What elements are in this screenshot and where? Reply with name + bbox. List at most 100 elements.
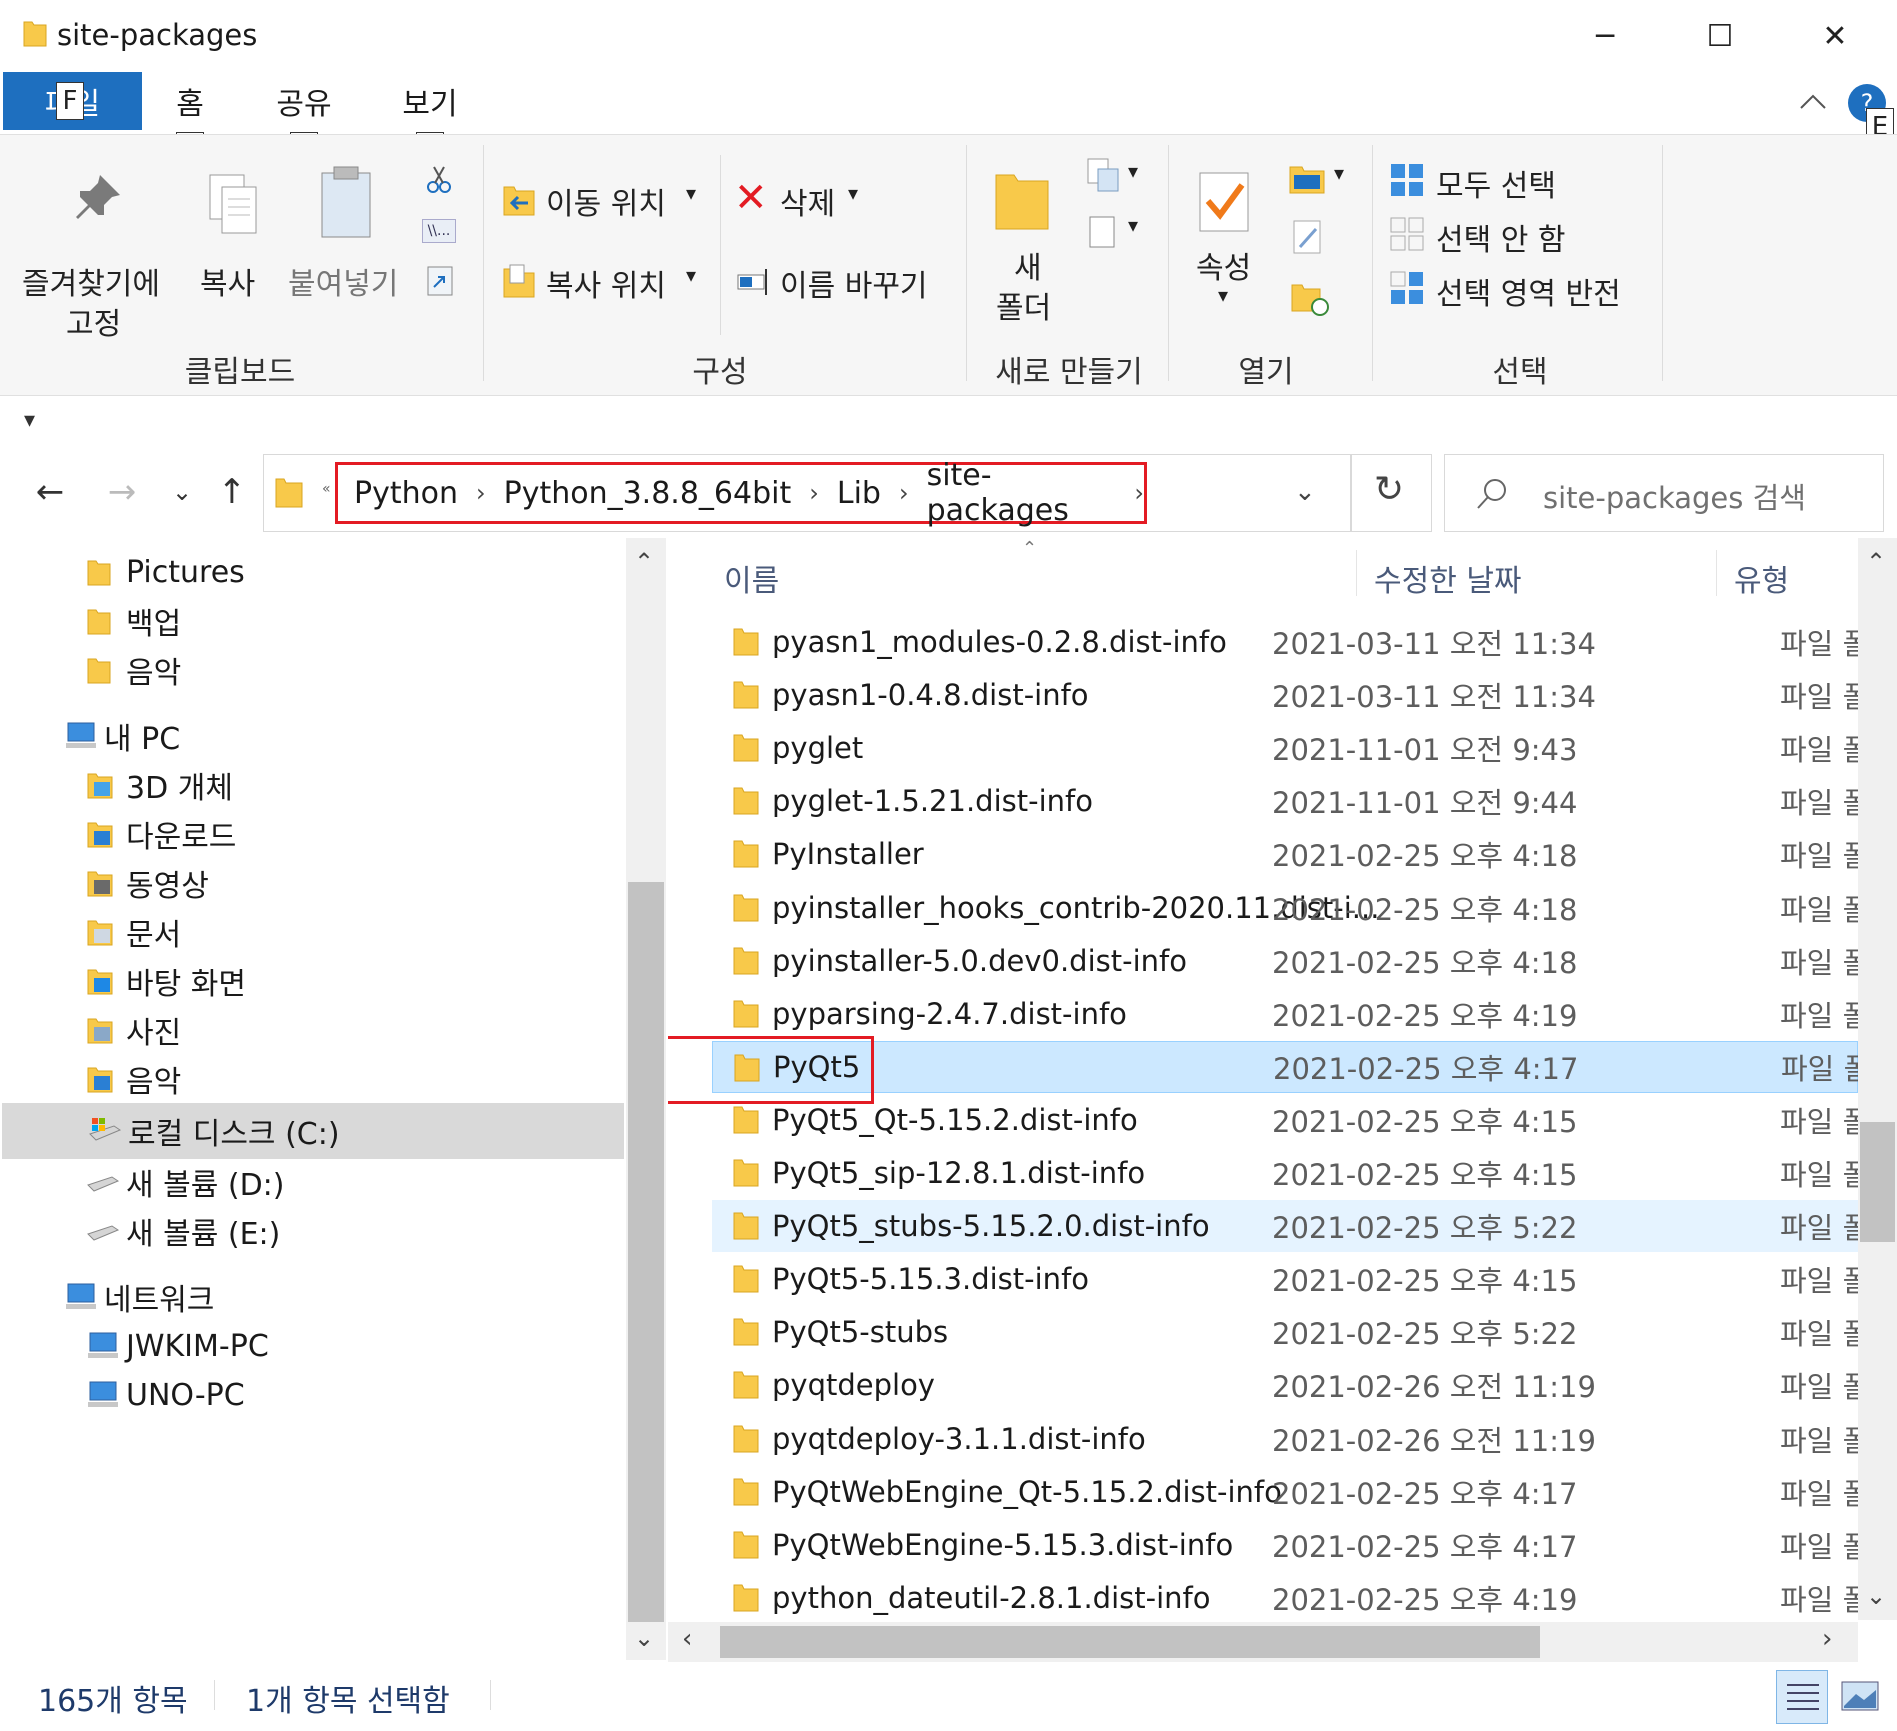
file-row[interactable]: PyQt5-stubs 2021-02-25 오후 5:22 파일 폴더 <box>712 1306 1858 1358</box>
select-all-button[interactable]: 모두 선택 <box>1390 155 1650 205</box>
new-item-button[interactable]: ▾ <box>1086 157 1146 197</box>
scroll-thumb[interactable] <box>720 1626 1540 1658</box>
column-divider[interactable] <box>1356 550 1357 596</box>
nav-tree-item[interactable]: 동영상 <box>0 855 622 911</box>
file-row[interactable]: PyQt5-5.15.3.dist-info 2021-02-25 오후 4:15… <box>712 1253 1858 1305</box>
history-icon[interactable] <box>1290 279 1330 317</box>
tab-view[interactable]: 보기 <box>388 72 472 130</box>
file-row[interactable]: pyqtdeploy-3.1.1.dist-info 2021-02-26 오전 … <box>712 1413 1858 1465</box>
file-row[interactable]: PyInstaller 2021-02-25 오후 4:18 파일 폴더 <box>712 828 1858 880</box>
file-row[interactable]: PyQtWebEngine_Qt-5.15.2.dist-info 2021-02… <box>712 1466 1858 1518</box>
nav-tree-item[interactable]: 로컬 디스크 (C:) <box>2 1103 624 1159</box>
new-folder-button[interactable]: 새 폴더 <box>984 149 1064 349</box>
copy-to-button[interactable]: 복사 위치 ▾ <box>500 257 710 307</box>
scroll-down-icon[interactable]: ⌄ <box>634 1624 654 1652</box>
easy-access-button[interactable]: ▾ <box>1086 211 1146 251</box>
file-row[interactable]: PyQt52021-02-25 오후 4:17파일 폴더 <box>712 1040 1858 1093</box>
paste-button[interactable]: 붙여넣기 <box>284 149 414 349</box>
breadcrumb-item[interactable]: site-packages <box>927 458 1117 528</box>
chevron-right-icon[interactable]: › <box>809 479 819 507</box>
rename-button[interactable]: 이름 바꾸기 <box>734 257 954 307</box>
scroll-down-icon[interactable]: ⌄ <box>1866 1582 1886 1610</box>
file-row[interactable]: PyQt5_Qt-5.15.2.dist-info 2021-02-25 오후 4… <box>712 1094 1858 1146</box>
breadcrumb-item[interactable]: Lib <box>837 476 881 511</box>
edit-icon[interactable] <box>1292 219 1326 255</box>
tab-share[interactable]: 공유 <box>262 72 346 130</box>
nav-tree-item[interactable]: 3D 개체 <box>0 757 622 813</box>
tab-home[interactable]: 홈 <box>150 72 230 130</box>
select-none-button[interactable]: 선택 안 함 <box>1390 209 1650 259</box>
copy-button[interactable]: 복사 <box>194 149 274 349</box>
nav-tree-item[interactable]: 사진 <box>0 1002 622 1058</box>
column-header-name[interactable]: 이름 <box>724 556 779 600</box>
large-icons-view-icon[interactable] <box>1840 1678 1880 1714</box>
search-box[interactable]: site-packages 검색 <box>1444 454 1884 532</box>
nav-tree-item[interactable]: 문서 <box>0 904 622 960</box>
refresh-button[interactable]: ↻ <box>1351 454 1432 532</box>
file-row[interactable]: pyparsing-2.4.7.dist-info 2021-02-25 오후 4… <box>712 988 1858 1040</box>
nav-tree-item[interactable]: 새 볼륨 (E:) <box>0 1203 622 1259</box>
collapse-ribbon-icon[interactable] <box>1798 90 1828 114</box>
nav-tree-item[interactable]: 바탕 화면 <box>0 953 622 1009</box>
file-row[interactable]: pyinstaller-5.0.dev0.dist-info 2021-02-25… <box>712 935 1858 987</box>
forward-icon[interactable]: → <box>100 470 144 514</box>
paste-shortcut-icon[interactable] <box>426 263 454 297</box>
file-row[interactable]: PyQt5_stubs-5.15.2.0.dist-info 2021-02-25… <box>712 1200 1858 1253</box>
breadcrumb-item[interactable]: Python <box>354 476 458 511</box>
navigation-scrollbar[interactable]: ⌃ ⌄ <box>626 538 666 1660</box>
file-row[interactable]: python_dateutil-2.8.1.dist-info 2021-02-2… <box>712 1572 1858 1620</box>
nav-tree-item[interactable]: 음악 <box>0 1051 622 1107</box>
nav-tree-item[interactable]: JWKIM-PC <box>0 1318 622 1374</box>
move-to-button[interactable]: 이동 위치 ▾ <box>500 175 710 225</box>
invert-selection-button[interactable]: 선택 영역 반전 <box>1390 263 1670 313</box>
recent-locations-icon[interactable]: ⌄ <box>162 470 202 514</box>
details-view-button[interactable] <box>1776 1670 1828 1724</box>
file-row[interactable]: PyQt5_sip-12.8.1.dist-info 2021-02-25 오후 … <box>712 1147 1858 1199</box>
vertical-scrollbar[interactable]: ⌃ ⌄ <box>1858 538 1897 1620</box>
file-row[interactable]: pyqtdeploy 2021-02-26 오전 11:19 파일 폴더 <box>712 1359 1858 1411</box>
nav-tree-item[interactable]: 음악 <box>0 642 622 698</box>
column-header-type[interactable]: 유형 <box>1734 556 1789 600</box>
breadcrumb-item[interactable]: Python_3.8.8_64bit <box>504 476 792 511</box>
scroll-up-icon[interactable]: ⌃ <box>1866 548 1886 576</box>
file-row[interactable]: pyglet 2021-11-01 오전 9:43 파일 폴더 <box>712 722 1858 774</box>
scroll-right-icon[interactable]: › <box>1822 1624 1832 1654</box>
chevron-right-icon[interactable]: › <box>476 479 486 507</box>
scroll-thumb[interactable] <box>1860 1122 1895 1242</box>
properties-button[interactable]: 속성 ▾ <box>1184 149 1270 349</box>
nav-tree-item[interactable]: Pictures <box>0 544 622 600</box>
customize-toolbar-icon[interactable]: ▾ <box>24 408 35 433</box>
nav-tree-item[interactable]: UNO-PC <box>0 1367 622 1423</box>
column-header-date[interactable]: 수정한 날짜 <box>1374 556 1522 600</box>
address-dropdown-icon[interactable]: ⌄ <box>1294 477 1316 507</box>
file-row[interactable]: pyglet-1.5.21.dist-info 2021-11-01 오전 9:4… <box>712 775 1858 827</box>
nav-tree-item[interactable]: 내 PC <box>0 708 622 764</box>
nav-tree-item[interactable]: 다운로드 <box>0 806 622 862</box>
scroll-up-icon[interactable]: ⌃ <box>634 548 654 576</box>
pin-to-quick-access-button[interactable]: 즐겨찾기에 고정 <box>10 149 190 349</box>
file-row[interactable]: pyasn1-0.4.8.dist-info 2021-03-11 오전 11:3… <box>712 669 1858 721</box>
file-row[interactable]: PyQtWebEngine-5.15.3.dist-info 2021-02-25… <box>712 1519 1858 1571</box>
close-button[interactable]: ✕ <box>1790 8 1880 64</box>
nav-tree-item[interactable]: 네트워크 <box>0 1269 622 1325</box>
chevron-down-icon[interactable]: ▾ <box>1334 161 1344 185</box>
nav-tree-item[interactable]: 새 볼륨 (D:) <box>0 1154 622 1210</box>
scroll-left-icon[interactable]: ‹ <box>682 1624 692 1654</box>
nav-tree-item[interactable]: 백업 <box>0 593 622 649</box>
horizontal-scrollbar[interactable]: ‹ › <box>668 1622 1858 1662</box>
back-icon[interactable]: ← <box>28 470 72 514</box>
column-divider[interactable] <box>1716 550 1717 596</box>
scroll-thumb[interactable] <box>628 882 664 1622</box>
chevron-right-icon[interactable]: › <box>899 479 909 507</box>
file-row[interactable]: pyinstaller_hooks_contrib-2020.11.dist-i… <box>712 882 1858 934</box>
overflow-chevron[interactable]: « <box>322 481 331 497</box>
maximize-button[interactable]: ☐ <box>1675 8 1765 64</box>
delete-button[interactable]: ✕ 삭제 ▾ <box>734 175 884 225</box>
cut-icon[interactable] <box>424 165 454 195</box>
copy-path-icon[interactable]: \\... <box>422 219 456 243</box>
up-icon[interactable]: ↑ <box>210 470 254 514</box>
open-icon[interactable] <box>1288 161 1330 197</box>
chevron-right-icon[interactable]: › <box>1134 479 1144 507</box>
minimize-button[interactable]: ─ <box>1560 8 1650 64</box>
file-row[interactable]: pyasn1_modules-0.2.8.dist-info 2021-03-11… <box>712 616 1858 668</box>
